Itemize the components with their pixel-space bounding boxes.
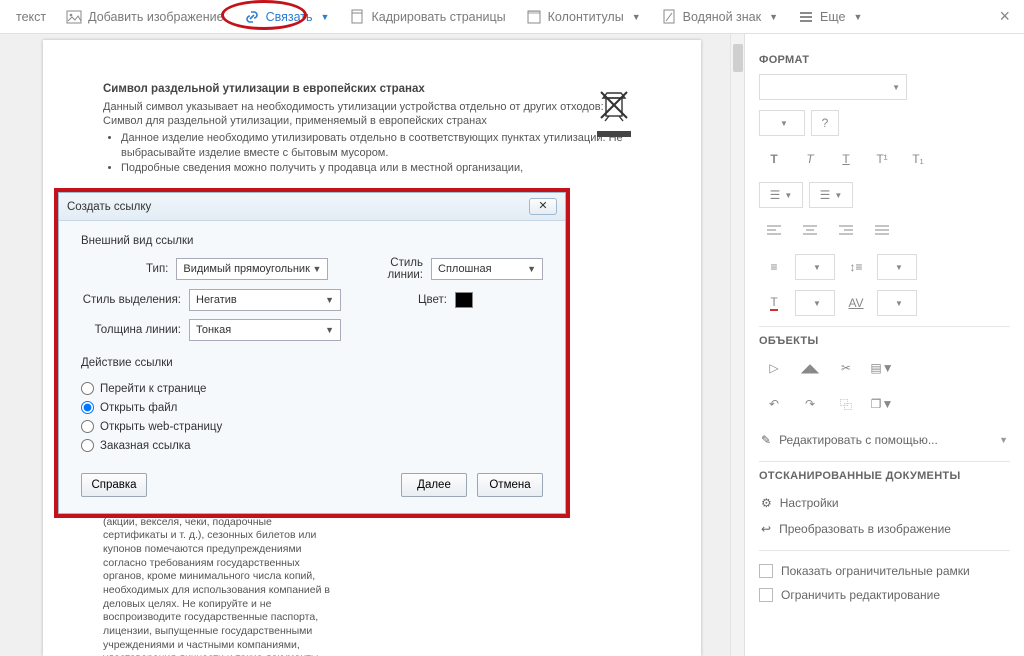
combo-type[interactable]: Видимый прямоугольник▼ (176, 258, 328, 280)
superscript-icon[interactable]: T¹ (867, 146, 897, 172)
doc-text: Символ для раздельной утилизации, примен… (103, 114, 641, 129)
doc-lower-text: (акции, векселя, чеки, подарочные сертиф… (103, 516, 333, 656)
paragraph-spacing-value[interactable]: ▼ (877, 254, 917, 280)
vertical-scrollbar[interactable] (730, 34, 744, 656)
underline-icon[interactable]: T (831, 146, 861, 172)
tool-more[interactable]: Еще▼ (790, 5, 870, 29)
arrow-tool-icon[interactable]: ▷ (759, 355, 789, 381)
crop-object-icon[interactable]: ✂ (831, 355, 861, 381)
radio-open-web[interactable]: Открыть web-страницу (81, 417, 543, 436)
help-button[interactable]: Справка (81, 473, 147, 497)
help-button-small[interactable]: ? (811, 110, 839, 136)
label-thickness: Толщина линии: (81, 324, 181, 336)
color-swatch[interactable] (455, 292, 473, 308)
section-appearance: Внешний вид ссылки (81, 235, 543, 247)
show-bounds-checkbox[interactable]: Показать ограничительные рамки (759, 559, 1010, 583)
dialog-highlight: Создать ссылку ✕ Внешний вид ссылки Тип:… (54, 188, 570, 518)
gear-icon: ⚙ (761, 496, 772, 510)
dialog-title: Создать ссылку (67, 201, 529, 213)
settings-item[interactable]: ⚙ Настройки (759, 490, 1010, 516)
arrange-icon[interactable]: ▤▼ (867, 355, 897, 381)
doc-text: Данный символ указывает на необходимость… (103, 100, 641, 115)
undo-icon: ↩ (761, 522, 771, 536)
weee-symbol (597, 88, 641, 137)
line-spacing-icon[interactable]: ≡ (759, 254, 789, 280)
char-spacing-value[interactable]: ▼ (877, 290, 917, 316)
doc-heading: Символ раздельной утилизации в европейск… (103, 82, 641, 98)
flip-icon[interactable]: ◢◣ (795, 355, 825, 381)
align-center-icon[interactable] (795, 218, 825, 244)
image-icon (66, 9, 82, 25)
paragraph-spacing-icon[interactable]: ↕≡ (841, 254, 871, 280)
text-color-combo[interactable]: ▼ (795, 290, 835, 316)
bullet-list-combo[interactable]: ☰▼ (759, 182, 803, 208)
bold-icon[interactable]: T (759, 146, 789, 172)
font-family-combo[interactable]: ▼ (759, 74, 907, 100)
chevron-down-icon: ▼ (999, 435, 1008, 445)
headers-icon (526, 9, 542, 25)
chevron-down-icon: ▼ (632, 12, 641, 22)
cancel-button[interactable]: Отмена (477, 473, 543, 497)
char-spacing-icon[interactable]: AV (841, 290, 871, 316)
line-spacing-value[interactable]: ▼ (795, 254, 835, 280)
watermark-icon (661, 9, 677, 25)
text-color-icon[interactable]: T (759, 290, 789, 316)
label-linestyle: Стиль линии: (360, 257, 423, 281)
top-toolbar: текст Добавить изображение Связать▼ Кадр… (0, 0, 1024, 34)
subscript-icon[interactable]: T₁ (903, 146, 933, 172)
pencil-icon: ✎ (761, 433, 771, 447)
align-right-icon[interactable] (831, 218, 861, 244)
section-action: Действие ссылки (81, 357, 543, 369)
radio-open-file[interactable]: Открыть файл (81, 398, 543, 417)
chevron-down-icon: ▼ (321, 12, 330, 22)
radio-custom[interactable]: Заказная ссылка (81, 436, 543, 455)
rotate-left-icon[interactable]: ↶ (759, 391, 789, 417)
document-area: Символ раздельной утилизации в европейск… (0, 34, 744, 656)
dialog-titlebar: Создать ссылку ✕ (59, 193, 565, 221)
scanned-heading: ОТСКАНИРОВАННЫЕ ДОКУМЕНТЫ (759, 470, 1010, 482)
close-icon[interactable]: × (993, 6, 1016, 27)
combo-highlight[interactable]: Негатив▼ (189, 289, 341, 311)
convert-to-image-item[interactable]: ↩ Преобразовать в изображение (759, 516, 1010, 542)
italic-icon[interactable]: T (795, 146, 825, 172)
format-heading: ФОРМАТ (759, 54, 1010, 66)
numbered-list-combo[interactable]: ☰▼ (809, 182, 853, 208)
label-color: Цвет: (375, 294, 447, 306)
objects-heading: ОБЪЕКТЫ (759, 335, 1010, 347)
radio-group-action: Перейти к странице Открыть файл Открыть … (81, 379, 543, 455)
chevron-down-icon: ▼ (769, 12, 778, 22)
tool-text[interactable]: текст (8, 6, 54, 28)
font-size-combo[interactable]: ▼ (759, 110, 805, 136)
restrict-edit-checkbox[interactable]: Ограничить редактирование (759, 583, 1010, 607)
tool-crop[interactable]: Кадрировать страницы (341, 5, 513, 29)
radio-goto-page[interactable]: Перейти к странице (81, 379, 543, 398)
crop-icon (349, 9, 365, 25)
combo-thickness[interactable]: Тонкая▼ (189, 319, 341, 341)
align-justify-icon[interactable] (867, 218, 897, 244)
label-highlight: Стиль выделения: (81, 294, 181, 306)
dialog-close-button[interactable]: ✕ (529, 198, 557, 215)
tool-headers[interactable]: Колонтитулы▼ (518, 5, 649, 29)
tool-add-image[interactable]: Добавить изображение (58, 5, 231, 29)
right-sidebar: ФОРМАТ ▼ ▼ ? T T T T¹ T₁ ☰▼ ☰▼ ≡ ▼ ↕≡ (744, 34, 1024, 656)
align-left-icon[interactable] (759, 218, 789, 244)
create-link-dialog: Создать ссылку ✕ Внешний вид ссылки Тип:… (58, 192, 566, 514)
link-icon (244, 9, 260, 25)
layers-icon[interactable]: ❐▼ (867, 391, 897, 417)
edit-with-item[interactable]: ✎ Редактировать с помощью... ▼ (759, 427, 1010, 453)
more-icon (798, 9, 814, 25)
rotate-right-icon[interactable]: ↷ (795, 391, 825, 417)
label-type: Тип: (81, 263, 168, 275)
tool-watermark[interactable]: Водяной знак▼ (653, 5, 786, 29)
next-button[interactable]: Далее (401, 473, 467, 497)
tool-link[interactable]: Связать▼ (236, 5, 338, 29)
combo-linestyle[interactable]: Сплошная▼ (431, 258, 543, 280)
group-icon[interactable]: ⿻ (831, 391, 861, 417)
doc-list: Данное изделие необходимо утилизировать … (103, 131, 641, 176)
chevron-down-icon: ▼ (853, 12, 862, 22)
